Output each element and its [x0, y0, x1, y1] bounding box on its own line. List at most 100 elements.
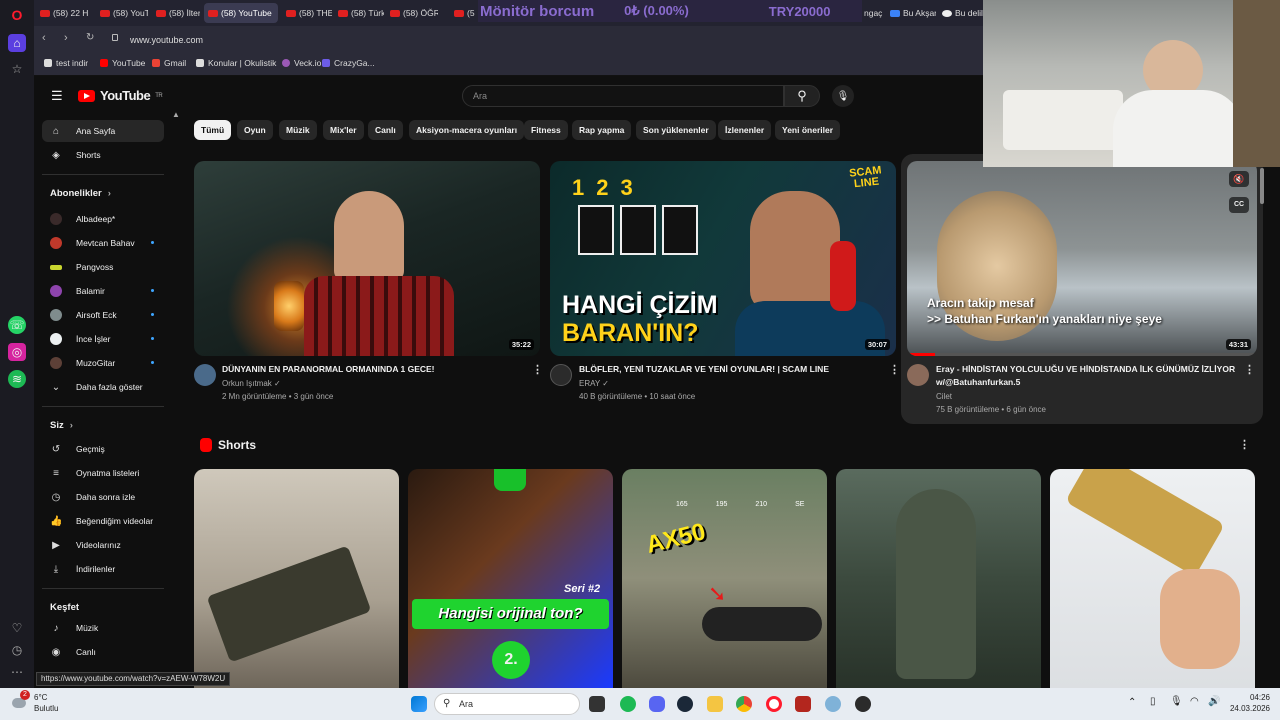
sidebar-sub-airsoft-eck[interactable]: Airsoft Eck: [42, 304, 164, 326]
progress-bar[interactable]: [907, 353, 1257, 356]
sidebar-sub-balamir[interactable]: Balamir: [42, 280, 164, 302]
chip-watched[interactable]: İzlenenler: [718, 120, 772, 140]
bookmark-test-indir[interactable]: test indir: [44, 58, 88, 68]
chip-all[interactable]: Tümü: [194, 120, 232, 140]
file-explorer-icon[interactable]: [707, 696, 723, 712]
app-icon[interactable]: [795, 696, 811, 712]
mute-icon[interactable]: 🔇: [1229, 171, 1249, 187]
tab[interactable]: (58) 22 H: [36, 3, 88, 23]
chip-fitness[interactable]: Fitness: [524, 120, 568, 140]
sidebar-item-your-videos[interactable]: ▶ Videolarınız: [42, 534, 164, 556]
sidebar-sub-mevtcan[interactable]: Mevtcan Bahav: [42, 232, 164, 254]
channel-avatar[interactable]: [550, 364, 572, 386]
menu-icon[interactable]: ☰: [51, 88, 63, 104]
app-icon[interactable]: [825, 696, 841, 712]
battery-icon[interactable]: ▯: [1150, 696, 1156, 707]
sidebar-item-playlists[interactable]: ≡ Oynatma listeleri: [42, 462, 164, 484]
more-options-icon[interactable]: ⋮: [889, 363, 900, 376]
chip-recent[interactable]: Son yüklenenler: [636, 120, 716, 140]
channel-name[interactable]: Cilet: [936, 390, 952, 403]
chip-new[interactable]: Yeni öneriler: [775, 120, 841, 140]
app-icon[interactable]: [855, 696, 871, 712]
spotify-icon[interactable]: ≋: [8, 370, 26, 388]
short-card[interactable]: Seri #2 Hangisi orijinal ton? 2.: [408, 469, 613, 688]
subscriptions-heading[interactable]: Abonelikler ›: [50, 188, 111, 199]
sidebar-item-shorts[interactable]: ◈ Shorts: [42, 144, 164, 166]
chrome-icon[interactable]: [736, 696, 752, 712]
channel-avatar[interactable]: [907, 364, 929, 386]
opera-logo-icon[interactable]: O: [8, 6, 26, 24]
sidebar-item-watch-later[interactable]: ◷ Daha sonra izle: [42, 486, 164, 508]
discord-icon[interactable]: [649, 696, 665, 712]
tab-active[interactable]: (58) YouTube: [204, 3, 278, 23]
video-title[interactable]: DÜNYANIN EN PARANORMAL ORMANINDA 1 GECE!: [222, 363, 522, 376]
clock-icon[interactable]: ◷: [8, 641, 26, 659]
chevron-up-icon[interactable]: ⌃: [1128, 697, 1136, 708]
youtube-logo[interactable]: YouTube TR: [78, 88, 163, 103]
sidebar-item-music[interactable]: ♪ Müzik: [42, 617, 164, 639]
bookmark-gmail[interactable]: Gmail: [152, 58, 186, 68]
short-card[interactable]: 165 195 210 SE AX50 ➘: [622, 469, 827, 688]
windows-start-icon[interactable]: [411, 696, 427, 712]
sidebar-item-downloads[interactable]: ⤓ İndirilenler: [42, 558, 164, 580]
search-button[interactable]: ⚲: [784, 85, 820, 107]
channel-name[interactable]: Orkun Işıtmak ✓: [222, 377, 281, 390]
channel-avatar[interactable]: [194, 364, 216, 386]
instagram-icon[interactable]: ◎: [8, 343, 26, 361]
tab[interactable]: (5: [450, 3, 476, 23]
volume-icon[interactable]: 🔊: [1208, 696, 1220, 707]
scrollbar[interactable]: [1260, 168, 1264, 204]
taskbar-search[interactable]: ⚲ Ara: [434, 693, 580, 715]
tab[interactable]: (58) ÖĞR: [386, 3, 438, 23]
home-icon[interactable]: ⌂: [8, 34, 26, 52]
sidebar-item-history[interactable]: ↺ Geçmiş: [42, 438, 164, 460]
you-heading[interactable]: Siz ›: [50, 420, 73, 431]
bookmark-youtube[interactable]: YouTube: [100, 58, 145, 68]
chip-games[interactable]: Oyun: [237, 120, 273, 140]
tab[interactable]: (58) YouT: [96, 3, 148, 23]
tab[interactable]: (58) THE: [282, 3, 332, 23]
sidebar-sub-albadeep[interactable]: Albadeep*: [42, 208, 164, 230]
url-field[interactable]: www.youtube.com: [130, 32, 630, 48]
video-title[interactable]: Eray - HİNDİSTAN YOLCULUĞU VE HİNDİSTAND…: [936, 363, 1236, 389]
back-icon[interactable]: ‹: [42, 32, 46, 44]
video-thumbnail[interactable]: 35:22: [194, 161, 540, 356]
star-icon[interactable]: ☆: [8, 60, 26, 78]
tab[interactable]: (58) Türk: [334, 3, 384, 23]
steam-icon[interactable]: [677, 696, 693, 712]
clock-date[interactable]: 24.03.2026: [1222, 704, 1270, 713]
show-more-button[interactable]: ⌄ Daha fazla göster: [42, 376, 164, 398]
mic-icon[interactable]: 🎙: [1170, 696, 1183, 707]
sidebar-sub-muzogitar[interactable]: MuzoGitar: [42, 352, 164, 374]
more-options-icon[interactable]: ⋮: [1244, 363, 1255, 376]
video-preview[interactable]: Aracın takip mesaf >> Batuhan Furkan'ın y…: [907, 161, 1257, 356]
whatsapp-icon[interactable]: ☏: [8, 316, 26, 334]
short-card[interactable]: [194, 469, 399, 688]
more-options-icon[interactable]: ⋮: [1239, 438, 1250, 451]
sidebar-sub-pangvoss[interactable]: Pangvoss: [42, 256, 164, 278]
short-card[interactable]: [836, 469, 1041, 688]
tab[interactable]: Bu delile: [938, 3, 984, 23]
tab[interactable]: ngaç: [860, 3, 886, 23]
heart-icon[interactable]: ♡: [8, 619, 26, 637]
chip-rap[interactable]: Rap yapma: [572, 120, 632, 140]
sidebar-sub-ince-isler[interactable]: İnce İşler: [42, 328, 164, 350]
reload-icon[interactable]: ↻: [86, 32, 94, 43]
chip-action-adventure[interactable]: Aksiyon-macera oyunları: [409, 120, 525, 140]
sidebar-item-home[interactable]: ⌂ Ana Sayfa: [42, 120, 164, 142]
more-icon[interactable]: ⋯: [8, 663, 26, 681]
bookmark-crazygames[interactable]: CrazyGa...: [322, 58, 375, 68]
captions-icon[interactable]: CC: [1229, 197, 1249, 213]
scroll-up-icon[interactable]: ▲: [172, 110, 180, 119]
tab[interactable]: Bu Akşan: [886, 3, 936, 23]
opera-icon[interactable]: [766, 696, 782, 712]
clock-time[interactable]: 04:26: [1228, 693, 1270, 702]
tab[interactable]: (58) İlter: [152, 3, 200, 23]
chip-mixes[interactable]: Mix'ler: [323, 120, 364, 140]
spotify-icon[interactable]: [620, 696, 636, 712]
bookmark-okulistik[interactable]: Konular | Okulistik: [196, 58, 276, 68]
more-options-icon[interactable]: ⋮: [532, 363, 543, 376]
weather-widget[interactable]: 2: [10, 690, 32, 714]
channel-name[interactable]: ERAY ✓: [579, 377, 609, 390]
sidebar-item-liked[interactable]: 👍 Beğendiğim videolar: [42, 510, 164, 532]
